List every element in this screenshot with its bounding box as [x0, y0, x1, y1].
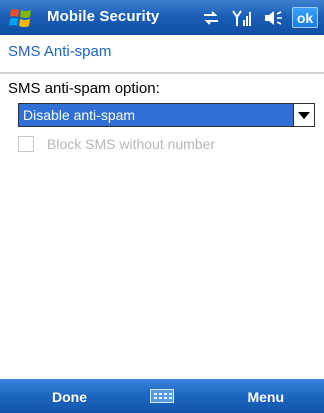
speaker-icon[interactable]	[264, 9, 284, 27]
app-title: Mobile Security	[47, 8, 160, 25]
chevron-down-icon[interactable]	[293, 104, 314, 126]
done-softkey[interactable]: Done	[52, 389, 87, 405]
anti-spam-option-label: SMS anti-spam option:	[8, 80, 160, 97]
keyboard-icon[interactable]	[150, 389, 174, 403]
ok-button[interactable]: ok	[292, 7, 318, 28]
block-sms-without-number-label: Block SMS without number	[47, 136, 216, 152]
title-bar: Mobile Security ok	[0, 0, 324, 35]
status-icons	[202, 8, 284, 28]
signal-icon[interactable]	[232, 9, 252, 27]
page-title: SMS Anti-spam	[8, 43, 112, 60]
block-sms-without-number-checkbox[interactable]	[18, 136, 34, 152]
connectivity-icon[interactable]	[202, 10, 220, 26]
softkey-bar: Done Menu	[0, 379, 324, 413]
anti-spam-option-dropdown[interactable]: Disable anti-spam	[18, 103, 315, 127]
dropdown-selected-value: Disable anti-spam	[23, 107, 136, 123]
menu-softkey[interactable]: Menu	[247, 389, 284, 405]
start-flag-icon[interactable]	[8, 6, 34, 30]
page-divider	[0, 72, 324, 74]
